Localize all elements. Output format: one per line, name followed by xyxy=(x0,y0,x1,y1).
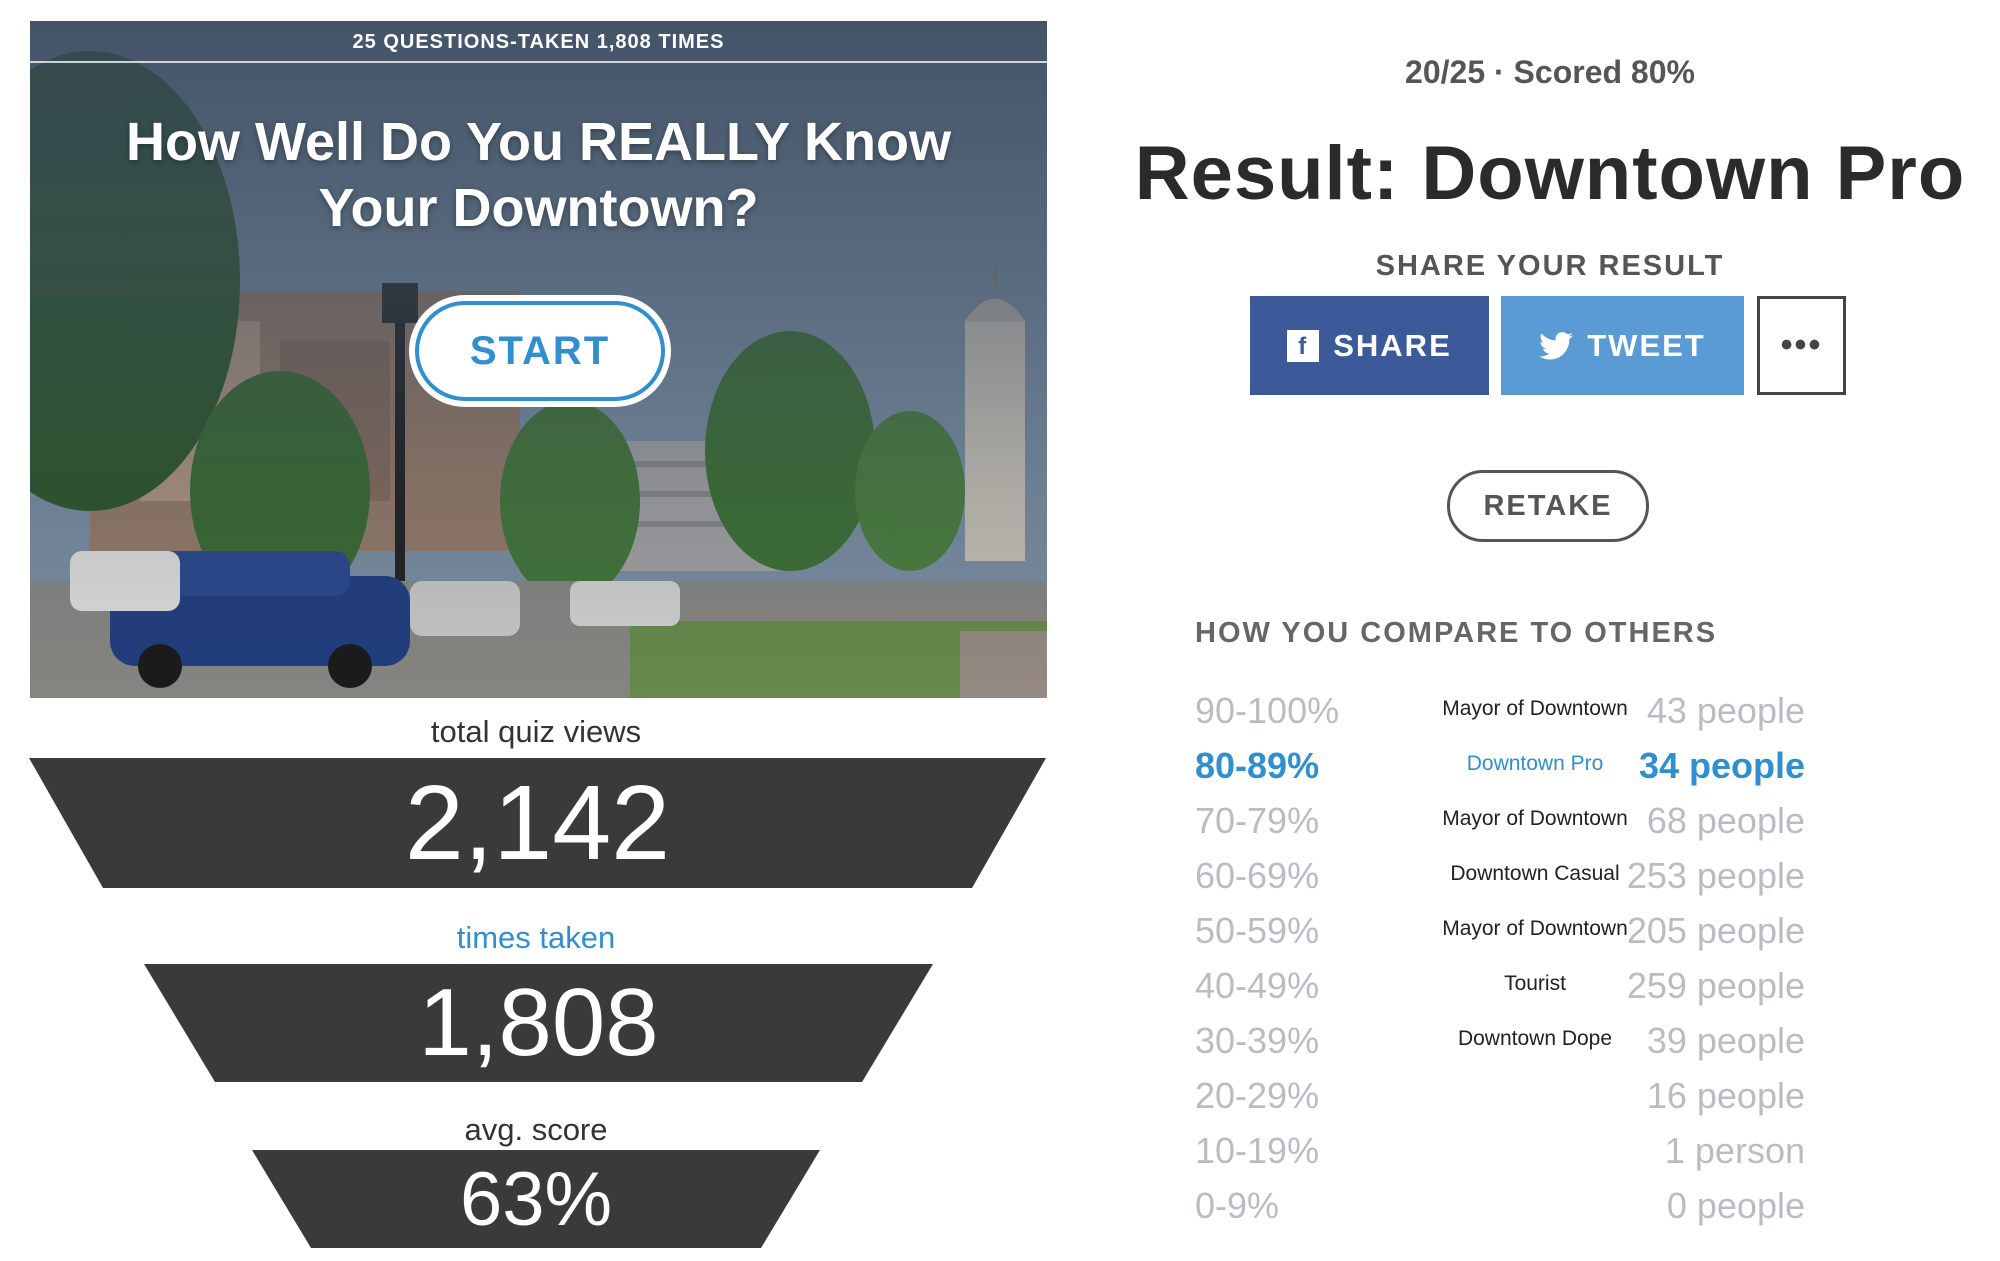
comparison-row: 60-69% Downtown Casual 253 people xyxy=(1195,855,1900,910)
more-share-options-button[interactable]: ••• xyxy=(1757,296,1846,395)
score-range: 10-19% xyxy=(1195,1130,1320,1171)
retake-button[interactable]: RETAKE xyxy=(1447,470,1649,542)
facebook-icon: f xyxy=(1287,329,1320,362)
score-line: 20/25 · Scored 80% xyxy=(1405,54,1695,90)
result-label: Downtown Casual xyxy=(1450,862,1620,885)
quiz-cover-card: 25 QUESTIONS-TAKEN 1,808 TIMES How Well … xyxy=(30,21,1047,698)
comparison-row: 20-29% 16 people xyxy=(1195,1075,1900,1130)
people-count: 68 people xyxy=(1646,800,1805,841)
people-count: 205 people xyxy=(1626,910,1805,951)
people-count: 39 people xyxy=(1646,1020,1805,1061)
score-range: 0-9% xyxy=(1195,1185,1280,1226)
result-label: Tourist xyxy=(1504,972,1566,995)
score-range: 80-89% xyxy=(1195,745,1320,786)
people-count: 1 person xyxy=(1664,1130,1805,1171)
score-range: 90-100% xyxy=(1195,690,1340,731)
result-label: Mayor of Downtown xyxy=(1442,917,1628,940)
comparison-row: 70-79% Mayor of Downtown 68 people xyxy=(1195,800,1900,855)
share-heading: SHARE YOUR RESULT xyxy=(1375,250,1725,282)
comparison-row: 50-59% Mayor of Downtown 205 people xyxy=(1195,910,1900,965)
people-count: 16 people xyxy=(1646,1075,1805,1116)
score-range: 20-29% xyxy=(1195,1075,1320,1116)
compare-heading: HOW YOU COMPARE TO OTHERS xyxy=(1195,617,1718,649)
total-views-label: total quiz views xyxy=(430,714,642,749)
quiz-meta-line: 25 QUESTIONS-TAKEN 1,808 TIMES xyxy=(30,21,1047,63)
people-count: 43 people xyxy=(1646,690,1805,731)
score-range: 70-79% xyxy=(1195,800,1320,841)
twitter-bird-icon xyxy=(1539,331,1574,360)
times-taken-value: 1,808 xyxy=(418,969,659,1076)
people-count: 259 people xyxy=(1626,965,1805,1006)
result-label: Downtown Pro xyxy=(1466,752,1604,775)
times-taken-funnel: 1,808 xyxy=(144,964,933,1082)
start-button[interactable]: START xyxy=(415,301,665,401)
share-button-label: SHARE xyxy=(1333,327,1452,363)
comparison-row: 40-49% Tourist 259 people xyxy=(1195,965,1900,1020)
times-taken-label: times taken xyxy=(456,920,616,955)
comparison-row: 90-100% Mayor of Downtown 43 people xyxy=(1195,690,1900,745)
people-count: 253 people xyxy=(1626,855,1805,896)
result-label: Mayor of Downtown xyxy=(1442,697,1628,720)
score-range: 40-49% xyxy=(1195,965,1320,1006)
facebook-share-button[interactable]: f SHARE xyxy=(1250,296,1489,395)
score-range: 30-39% xyxy=(1195,1020,1320,1061)
quiz-title: How Well Do You REALLY Know Your Downtow… xyxy=(125,112,952,238)
twitter-tweet-button[interactable]: TWEET xyxy=(1501,296,1744,395)
total-views-funnel: 2,142 xyxy=(29,758,1046,888)
tweet-button-label: TWEET xyxy=(1587,327,1706,363)
total-views-value: 2,142 xyxy=(404,763,671,882)
comparison-row: 0-9% 0 people xyxy=(1195,1185,1900,1240)
comparison-row: 10-19% 1 person xyxy=(1195,1130,1900,1185)
result-label: Mayor of Downtown xyxy=(1442,807,1628,830)
score-range: 50-59% xyxy=(1195,910,1320,951)
people-count: 0 people xyxy=(1666,1185,1805,1226)
avg-score-funnel: 63% xyxy=(252,1150,820,1248)
avg-score-value: 63% xyxy=(459,1156,613,1242)
result-label: Downtown Dope xyxy=(1457,1027,1613,1050)
comparison-row: 30-39% Downtown Dope 39 people xyxy=(1195,1020,1900,1075)
score-range: 60-69% xyxy=(1195,855,1320,896)
result-title: Result: Downtown Pro xyxy=(1134,131,1966,216)
comparison-table: 90-100% Mayor of Downtown 43 people 80-89% D… xyxy=(1195,690,1900,1240)
comparison-row: 80-89% Downtown Pro 34 people xyxy=(1195,745,1900,800)
people-count: 34 people xyxy=(1638,745,1805,786)
avg-score-label: avg. score xyxy=(464,1112,608,1147)
